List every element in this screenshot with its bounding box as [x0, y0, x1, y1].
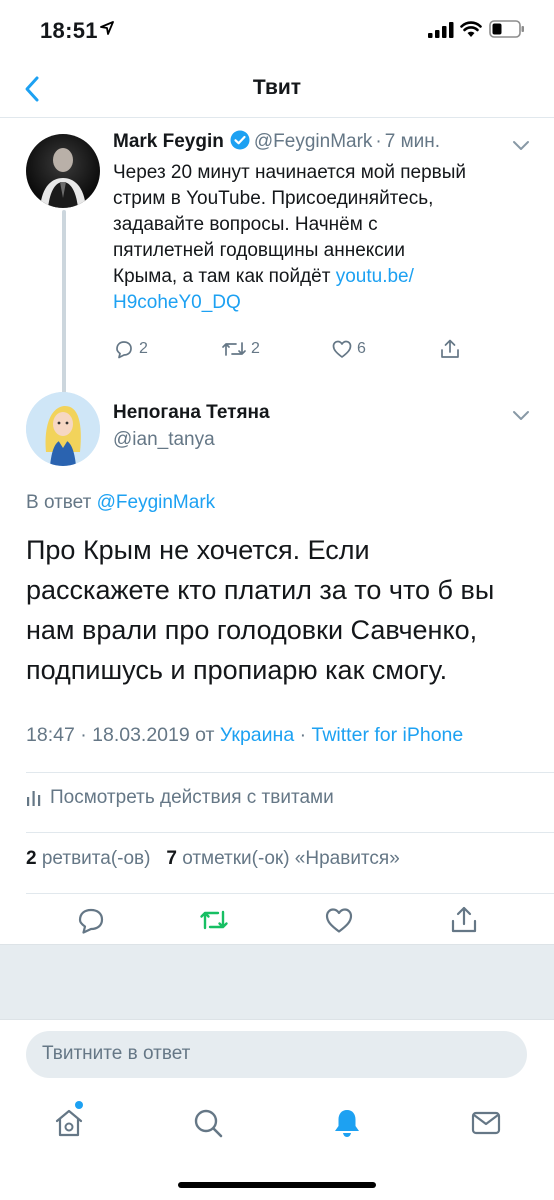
tweet-stats: 2 ретвита(-ов) 7 отметки(-ок) «Нравится»	[26, 848, 400, 870]
heart-icon	[332, 340, 352, 358]
verified-badge-icon	[230, 130, 250, 150]
retweet-stat[interactable]: 2 ретвита(-ов)	[26, 848, 150, 869]
divider	[26, 772, 554, 773]
tweet-activity-button[interactable]: Посмотреть действия с твитами	[26, 787, 334, 809]
cellular-signal-icon	[428, 22, 454, 38]
tweet-link-continued[interactable]: H9coheY0_DQ	[113, 292, 241, 313]
home-indicator	[178, 1182, 376, 1188]
retweet-button[interactable]: 2	[221, 338, 260, 360]
tweet-timestamp: 18:47 · 18.03.2019 от	[26, 724, 215, 746]
heart-icon[interactable]	[323, 904, 355, 936]
page-title: Твит	[252, 76, 302, 99]
location-link[interactable]: Украина	[220, 724, 294, 746]
author-name[interactable]: Непогана Тетяна	[113, 402, 270, 424]
empty-replies-area	[0, 944, 554, 1020]
location-arrow-icon	[100, 21, 114, 35]
like-stat[interactable]: 7 отметки(-ок) «Нравится»	[166, 848, 399, 869]
avatar-illustration-icon	[26, 392, 100, 466]
notifications-bell-icon[interactable]	[330, 1106, 364, 1140]
share-icon[interactable]	[448, 904, 480, 936]
navigation-bar: Твит	[0, 62, 554, 118]
divider	[26, 832, 554, 833]
reply-button[interactable]: 2	[113, 338, 148, 360]
author-handle[interactable]: @FeyginMark	[254, 131, 373, 152]
thread-connector-line	[62, 210, 66, 406]
tweet-actions: 2 2 6	[113, 338, 473, 364]
reply-author-row: Непогана Тетяна @ian_tanya	[0, 388, 554, 478]
battery-icon	[489, 20, 524, 38]
author-handle[interactable]: @ian_tanya	[113, 429, 215, 451]
status-time: 18:51	[40, 18, 98, 43]
tweet-text: Про Крым не хочется. Если расскажете кто…	[26, 535, 495, 685]
tweet-header: Mark Feygin @FeyginMark7 мин.	[113, 130, 440, 153]
tweet-text: Через 20 минут начинается мой первый стр…	[113, 162, 467, 313]
reply-bubble-icon	[116, 341, 132, 359]
tweet-actions	[0, 896, 554, 944]
bar-chart-icon	[27, 791, 41, 806]
avatar-portrait-icon	[40, 148, 86, 208]
status-bar: 18:51	[0, 0, 554, 62]
messages-mail-icon[interactable]	[469, 1106, 503, 1140]
reply-to-handle-link[interactable]: @FeyginMark	[97, 492, 216, 513]
wifi-icon	[460, 21, 482, 37]
retweet-icon	[222, 342, 246, 356]
tweet-link[interactable]: youtu.be/	[336, 266, 414, 287]
avatar[interactable]	[26, 134, 100, 208]
chevron-down-icon[interactable]	[512, 410, 530, 422]
retweet-icon[interactable]	[198, 904, 230, 936]
author-name[interactable]: Mark Feygin	[113, 131, 224, 152]
reply-bubble-icon[interactable]	[75, 904, 107, 936]
home-new-badge	[75, 1101, 83, 1109]
like-button[interactable]: 6	[331, 338, 366, 360]
chevron-down-icon[interactable]	[512, 140, 530, 152]
tweet-meta: 18:47 · 18.03.2019 от Украина · Twitter …	[26, 724, 464, 746]
tweet-time: 7 мин.	[372, 131, 440, 152]
home-icon[interactable]	[52, 1106, 86, 1140]
reply-compose-input[interactable]: Твитните в ответ	[26, 1031, 527, 1078]
reply-to-line: В ответ @FeyginMark	[26, 492, 216, 513]
share-icon	[441, 339, 459, 358]
parent-tweet[interactable]: Mark Feygin @FeyginMark7 мин. Через 20 ми…	[0, 118, 554, 406]
share-button[interactable]	[439, 338, 465, 360]
divider	[26, 893, 554, 894]
search-icon[interactable]	[191, 1106, 225, 1140]
avatar[interactable]	[26, 392, 100, 466]
client-link[interactable]: Twitter for iPhone	[312, 724, 464, 746]
